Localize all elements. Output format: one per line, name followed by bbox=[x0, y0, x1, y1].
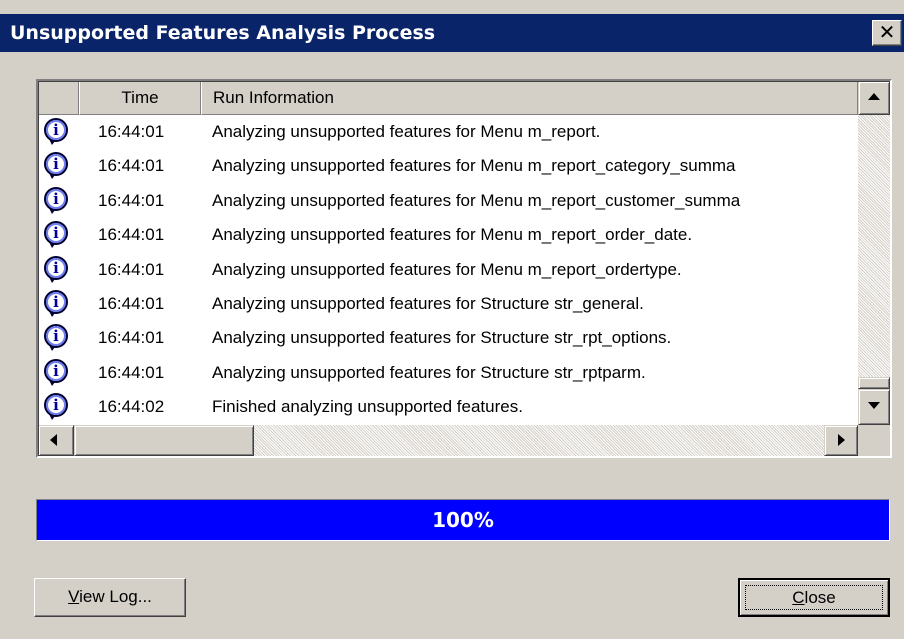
info-icon-circle: i bbox=[44, 255, 68, 280]
close-button[interactable]: Close bbox=[738, 578, 890, 617]
row-run-information: Analyzing unsupported features for Menu … bbox=[212, 225, 693, 245]
info-icon-circle: i bbox=[44, 186, 68, 211]
info-icon: i bbox=[44, 152, 70, 180]
info-icon-circle: i bbox=[44, 393, 68, 418]
list-header: Time Run Information bbox=[38, 81, 858, 115]
column-header-time[interactable]: Time bbox=[79, 81, 201, 115]
list-item[interactable]: i 16:44:01 Analyzing unsupported features … bbox=[38, 218, 858, 252]
view-log-button[interactable]: View Log... bbox=[34, 578, 186, 617]
list-item[interactable]: i 16:44:01 Analyzing unsupported features … bbox=[38, 287, 858, 321]
info-icon-circle: i bbox=[44, 358, 68, 383]
scroll-left-button[interactable] bbox=[38, 425, 74, 456]
row-time: 16:44:01 bbox=[98, 225, 165, 245]
horizontal-scroll-thumb[interactable] bbox=[74, 425, 254, 456]
list-item[interactable]: i 16:44:02 Finished analyzing unsupported … bbox=[38, 390, 858, 424]
right-arrow-icon bbox=[838, 434, 845, 446]
info-icon-circle: i bbox=[44, 221, 68, 246]
scroll-up-button[interactable] bbox=[858, 81, 890, 115]
info-icon: i bbox=[44, 186, 70, 215]
scroll-down-button[interactable] bbox=[858, 389, 890, 425]
list-item[interactable]: i 16:44:01 Analyzing unsupported features … bbox=[38, 356, 858, 390]
focus-rectangle bbox=[745, 585, 883, 610]
info-icon: i bbox=[44, 221, 70, 249]
list-item[interactable]: i 16:44:01 Analyzing unsupported features … bbox=[38, 184, 858, 218]
row-time: 16:44:01 bbox=[98, 362, 165, 382]
row-time: 16:44:01 bbox=[98, 190, 165, 210]
window-title: Unsupported Features Analysis Process bbox=[10, 22, 436, 44]
row-run-information: Analyzing unsupported features for Menu … bbox=[212, 259, 682, 279]
progress-bar: 100% bbox=[36, 499, 890, 541]
info-icon: i bbox=[44, 289, 70, 318]
row-time: 16:44:01 bbox=[98, 328, 165, 348]
column-header-run-information[interactable]: Run Information bbox=[201, 81, 858, 115]
row-time: 16:44:01 bbox=[98, 259, 165, 279]
row-run-information: Analyzing unsupported features for Menu … bbox=[212, 190, 741, 210]
row-run-information: Analyzing unsupported features for Struc… bbox=[212, 293, 644, 313]
down-arrow-icon bbox=[868, 402, 880, 409]
up-arrow-icon bbox=[868, 93, 880, 100]
column-header-icon[interactable] bbox=[38, 81, 79, 115]
list-item[interactable]: i 16:44:01 Analyzing unsupported features … bbox=[38, 253, 858, 287]
row-run-information: Analyzing unsupported features for Struc… bbox=[212, 328, 672, 348]
info-icon: i bbox=[44, 324, 70, 352]
left-arrow-icon bbox=[50, 434, 57, 446]
info-icon-circle: i bbox=[44, 118, 68, 142]
row-run-information: Analyzing unsupported features for Menu … bbox=[212, 156, 736, 176]
info-icon: i bbox=[44, 393, 70, 421]
list-item[interactable]: i 16:44:01 Analyzing unsupported features … bbox=[38, 321, 858, 355]
title-bar: Unsupported Features Analysis Process ✕ bbox=[0, 14, 904, 52]
info-icon: i bbox=[44, 118, 70, 146]
scrollbar-corner bbox=[858, 425, 890, 456]
list-rows: i 16:44:01 Analyzing unsupported features … bbox=[38, 115, 858, 425]
view-log-label: iew Log... bbox=[79, 587, 152, 606]
list-item[interactable]: i 16:44:01 Analyzing unsupported features … bbox=[38, 149, 858, 183]
vertical-scrollbar[interactable] bbox=[858, 81, 890, 425]
view-log-mnemonic: V bbox=[68, 587, 80, 606]
info-icon-circle: i bbox=[44, 324, 68, 349]
horizontal-scrollbar[interactable] bbox=[38, 425, 858, 456]
title-close-button[interactable]: ✕ bbox=[872, 20, 902, 46]
row-time: 16:44:01 bbox=[98, 156, 165, 176]
row-time: 16:44:01 bbox=[98, 122, 165, 141]
row-time: 16:44:01 bbox=[98, 293, 165, 313]
row-run-information: Analyzing unsupported features for Menu … bbox=[212, 122, 601, 141]
info-icon-circle: i bbox=[44, 152, 68, 177]
run-information-list[interactable]: Time Run Information i 16:44:01 Analyzing … bbox=[36, 79, 892, 458]
list-item[interactable]: i 16:44:01 Analyzing unsupported features … bbox=[38, 115, 858, 149]
dialog-window: Unsupported Features Analysis Process ✕ … bbox=[0, 0, 904, 639]
row-run-information: Finished analyzing unsupported features. bbox=[212, 397, 523, 417]
row-run-information: Analyzing unsupported features for Struc… bbox=[212, 362, 646, 382]
vertical-scroll-thumb[interactable] bbox=[858, 377, 890, 389]
scroll-right-button[interactable] bbox=[824, 425, 858, 456]
row-time: 16:44:02 bbox=[98, 397, 165, 417]
close-icon: ✕ bbox=[878, 20, 896, 44]
info-icon: i bbox=[44, 358, 70, 387]
info-icon-circle: i bbox=[44, 289, 68, 314]
info-icon: i bbox=[44, 255, 70, 284]
progress-label: 100% bbox=[432, 508, 494, 532]
